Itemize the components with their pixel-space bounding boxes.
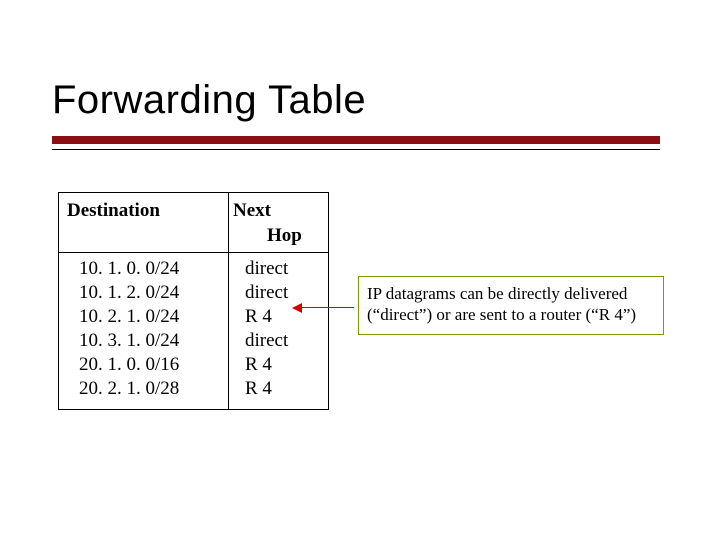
slide: Forwarding Table Destination Next Hop 10… xyxy=(0,0,720,540)
hop-value: direct xyxy=(245,257,320,281)
hop-value: R 4 xyxy=(245,377,320,401)
header-destination: Destination xyxy=(59,193,229,253)
table-header-row: Destination Next Hop xyxy=(59,193,329,253)
dest-value: 10. 1. 0. 0/24 xyxy=(79,257,220,281)
dest-value: 10. 2. 1. 0/24 xyxy=(79,305,220,329)
dest-cell: 10. 1. 0. 0/24 10. 1. 2. 0/24 10. 2. 1. … xyxy=(59,253,229,410)
header-nexthop: Next Hop xyxy=(229,193,329,253)
hop-value: R 4 xyxy=(245,305,320,329)
callout-box: IP datagrams can be directly delivered (… xyxy=(358,276,664,335)
header-nexthop-line1: Next xyxy=(233,199,320,224)
dest-value: 10. 1. 2. 0/24 xyxy=(79,281,220,305)
hop-value: direct xyxy=(245,281,320,305)
header-nexthop-line2: Hop xyxy=(233,224,320,249)
table-body-row: 10. 1. 0. 0/24 10. 1. 2. 0/24 10. 2. 1. … xyxy=(59,253,329,410)
hop-value: R 4 xyxy=(245,353,320,377)
dest-value: 20. 2. 1. 0/28 xyxy=(79,377,220,401)
page-title: Forwarding Table xyxy=(52,78,366,123)
title-underline-thick xyxy=(52,136,660,144)
hop-value: direct xyxy=(245,329,320,353)
hop-cell: direct direct R 4 direct R 4 R 4 xyxy=(229,253,329,410)
dest-value: 20. 1. 0. 0/16 xyxy=(79,353,220,377)
forwarding-table: Destination Next Hop 10. 1. 0. 0/24 10. … xyxy=(58,192,329,410)
title-underline-thin xyxy=(52,149,660,150)
dest-value: 10. 3. 1. 0/24 xyxy=(79,329,220,353)
